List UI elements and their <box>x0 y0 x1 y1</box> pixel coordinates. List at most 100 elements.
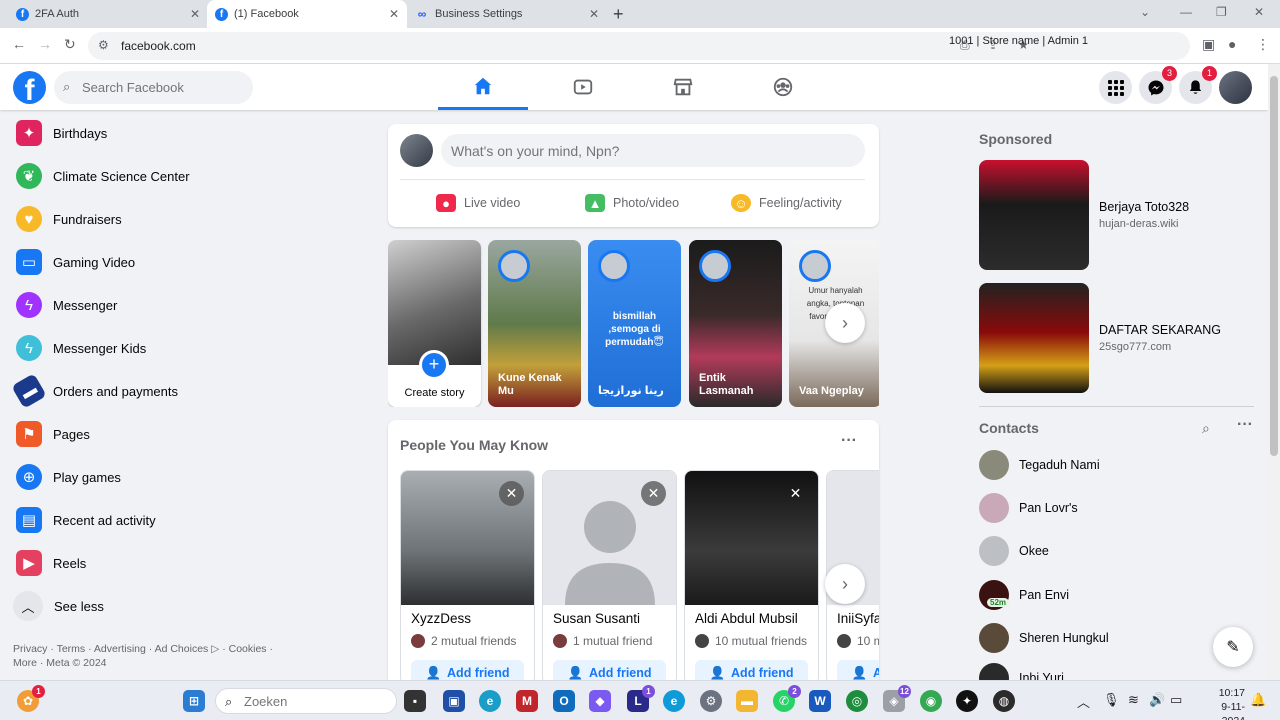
contact-item[interactable]: Okee <box>979 533 1249 569</box>
search-box[interactable]: ⌕ <box>54 71 253 104</box>
facebook-logo-icon[interactable]: f <box>13 71 46 104</box>
contact-item[interactable]: Tegaduh Nami <box>979 447 1249 483</box>
page-scrollbar[interactable] <box>1268 64 1280 680</box>
app-grey-icon[interactable]: ◈ 12 <box>883 685 911 712</box>
mcafee-icon[interactable]: M <box>516 690 538 712</box>
story-card[interactable]: Entik Lasmanah <box>689 240 782 407</box>
ad-url[interactable]: 25sgo777.com <box>1099 341 1171 353</box>
person-name[interactable]: IniiSyfa <box>837 611 879 626</box>
scroll-thumb[interactable] <box>1270 76 1278 456</box>
sidebar-item-orders-and-payments[interactable]: ▬ Orders and payments <box>8 370 368 412</box>
browser-tab-business-settings[interactable]: ∞ Business Settings ✕ <box>407 0 607 28</box>
word-icon[interactable]: W <box>809 690 831 712</box>
composer-input[interactable] <box>441 134 865 167</box>
maximize-window-icon[interactable]: ❐ <box>1216 5 1227 19</box>
dismiss-close-icon[interactable]: ✕ <box>641 481 666 506</box>
browser-menu-icon[interactable]: ⋮ <box>1256 36 1270 53</box>
add-friend-button[interactable]: 👤 Add friend <box>553 660 666 680</box>
ad-url[interactable]: hujan-deras.wiki <box>1099 218 1178 230</box>
close-tab-icon[interactable]: ✕ <box>190 7 200 21</box>
person-name[interactable]: XyzzDess <box>411 611 471 626</box>
app-icon[interactable]: ◆ <box>589 690 611 712</box>
stories-next-button[interactable]: › <box>825 303 865 343</box>
close-window-icon[interactable]: ✕ <box>1254 5 1264 19</box>
settings-gear-icon[interactable]: ⚙ <box>700 690 722 712</box>
widgets-icon[interactable]: ✿ 1 <box>17 685 45 712</box>
site-info-icon[interactable]: ⚙ <box>98 38 109 52</box>
sidebar-item-gaming-video[interactable]: ▭ Gaming Video <box>8 241 368 283</box>
volume-icon[interactable]: 🔊 <box>1149 692 1165 708</box>
tab-home[interactable] <box>438 64 528 110</box>
tab-marketplace[interactable] <box>638 64 728 110</box>
menu-grid-button[interactable] <box>1099 71 1132 104</box>
composer-avatar[interactable] <box>400 134 433 167</box>
add-friend-button[interactable]: 👤 Add friend <box>837 660 879 680</box>
contacts-more-icon[interactable]: ··· <box>1237 416 1253 434</box>
browser-tab-facebook[interactable]: f (1) Facebook ✕ <box>207 0 407 28</box>
windows-start-icon[interactable]: ⊞ <box>183 690 205 712</box>
person-card[interactable]: ✕ Aldi Abdul Mubsil 10 mutual friends 👤 A… <box>684 470 819 680</box>
store-icon[interactable]: ▣ <box>443 690 465 712</box>
person-card[interactable]: ✕ Susan Susanti 1 mutual friend 👤 Add fri… <box>542 470 677 680</box>
sidebar-item-play-games[interactable]: ⊕ Play games <box>8 456 368 498</box>
footer-links[interactable]: Privacy · Terms · Advertising · Ad Choic… <box>13 642 293 670</box>
contact-item[interactable]: 52m Pan Envi <box>979 577 1249 613</box>
contact-item[interactable]: Sheren Hungkul <box>979 620 1249 656</box>
sponsored-ad[interactable]: DAFTAR SEKARANG 25sgo777.com <box>979 283 1249 393</box>
side-panel-icon[interactable]: ▣ <box>1202 36 1215 53</box>
url-text[interactable]: facebook.com <box>121 39 196 53</box>
obs-icon[interactable]: ◍ <box>993 690 1015 712</box>
wifi-icon[interactable]: ≋ <box>1128 692 1139 708</box>
minimize-window-icon[interactable]: — <box>1180 5 1192 19</box>
create-story-card[interactable]: + Create story <box>388 240 481 407</box>
reload-icon[interactable]: ↻ <box>64 36 76 53</box>
feeling-activity-button[interactable]: ☺ Feeling/activity <box>731 188 842 218</box>
notification-bell-icon[interactable]: 🔔 <box>1250 692 1266 708</box>
app-green-icon[interactable]: ◎ <box>846 690 868 712</box>
dismiss-close-icon[interactable]: ✕ <box>499 481 524 506</box>
sidebar-item-climate-science-center[interactable]: ❦ Climate Science Center <box>8 155 368 197</box>
sponsored-ad[interactable]: Berjaya Toto328 hujan-deras.wiki <box>979 160 1249 270</box>
browser-tab-2fa[interactable]: f 2FA Auth ✕ <box>8 0 208 28</box>
ad-title[interactable]: DAFTAR SEKARANG <box>1099 323 1221 337</box>
sidebar-item-recent-ad-activity[interactable]: ▤ Recent ad activity <box>8 499 368 541</box>
story-card[interactable]: bismillah ,semoga di permudah😇 رينا نورا… <box>588 240 681 407</box>
live-video-button[interactable]: ● Live video <box>436 188 520 218</box>
sidebar-item-messenger[interactable]: ϟ Messenger <box>8 284 368 326</box>
sidebar-item-messenger-kids[interactable]: ϟ Messenger Kids <box>8 327 368 369</box>
close-tab-icon[interactable]: ✕ <box>389 7 399 21</box>
edge-icon[interactable]: e <box>479 690 501 712</box>
contacts-search-icon[interactable]: ⌕ <box>1202 420 1210 437</box>
battery-icon[interactable]: ▭ <box>1170 692 1182 708</box>
photo-video-button[interactable]: ▲ Photo/video <box>585 188 679 218</box>
app-l-icon[interactable]: L1 <box>627 685 655 712</box>
dismiss-close-icon[interactable]: ✕ <box>783 481 808 506</box>
story-card[interactable]: Kune Kenak Mu <box>488 240 581 407</box>
ad-image[interactable] <box>979 160 1089 270</box>
outlook-icon[interactable]: O <box>553 690 575 712</box>
task-view-icon[interactable]: ▪ <box>404 690 426 712</box>
whatsapp-icon[interactable]: ✆ 2 <box>773 685 801 712</box>
system-clock[interactable]: 10:17 9-11-2024 <box>1209 686 1245 720</box>
forward-arrow-icon[interactable]: → <box>38 36 52 52</box>
new-tab-plus-icon[interactable]: + <box>613 4 624 25</box>
new-message-button[interactable]: ✎ <box>1213 627 1253 667</box>
tab-groups[interactable] <box>738 64 828 110</box>
person-name[interactable]: Aldi Abdul Mubsil <box>695 611 798 626</box>
messenger-button[interactable]: 3 <box>1139 66 1177 104</box>
taskbar-search[interactable]: ⌕ <box>215 688 397 714</box>
notifications-button[interactable]: 1 <box>1179 66 1217 104</box>
bookmark-label[interactable]: 1001 | Store name | Admin 1 <box>949 35 1088 47</box>
sidebar-item-fundraisers[interactable]: ♥ Fundraisers <box>8 198 368 240</box>
contact-item[interactable]: Inbi Yuri... <box>979 663 1249 680</box>
person-card[interactable]: ✕ XyzzDess 2 mutual friends 👤 Add friend <box>400 470 535 680</box>
app-dark-icon[interactable]: ✦ <box>956 690 978 712</box>
person-name[interactable]: Susan Susanti <box>553 611 640 626</box>
file-explorer-icon[interactable]: ▬ <box>736 690 758 712</box>
ad-title[interactable]: Berjaya Toto328 <box>1099 200 1189 214</box>
more-options-icon[interactable]: ··· <box>841 432 857 450</box>
taskbar-search-input[interactable] <box>244 689 384 713</box>
tab-video[interactable] <box>538 64 628 110</box>
sidebar-item-birthdays[interactable]: ✦ Birthdays <box>8 112 368 154</box>
ad-image[interactable] <box>979 283 1089 393</box>
